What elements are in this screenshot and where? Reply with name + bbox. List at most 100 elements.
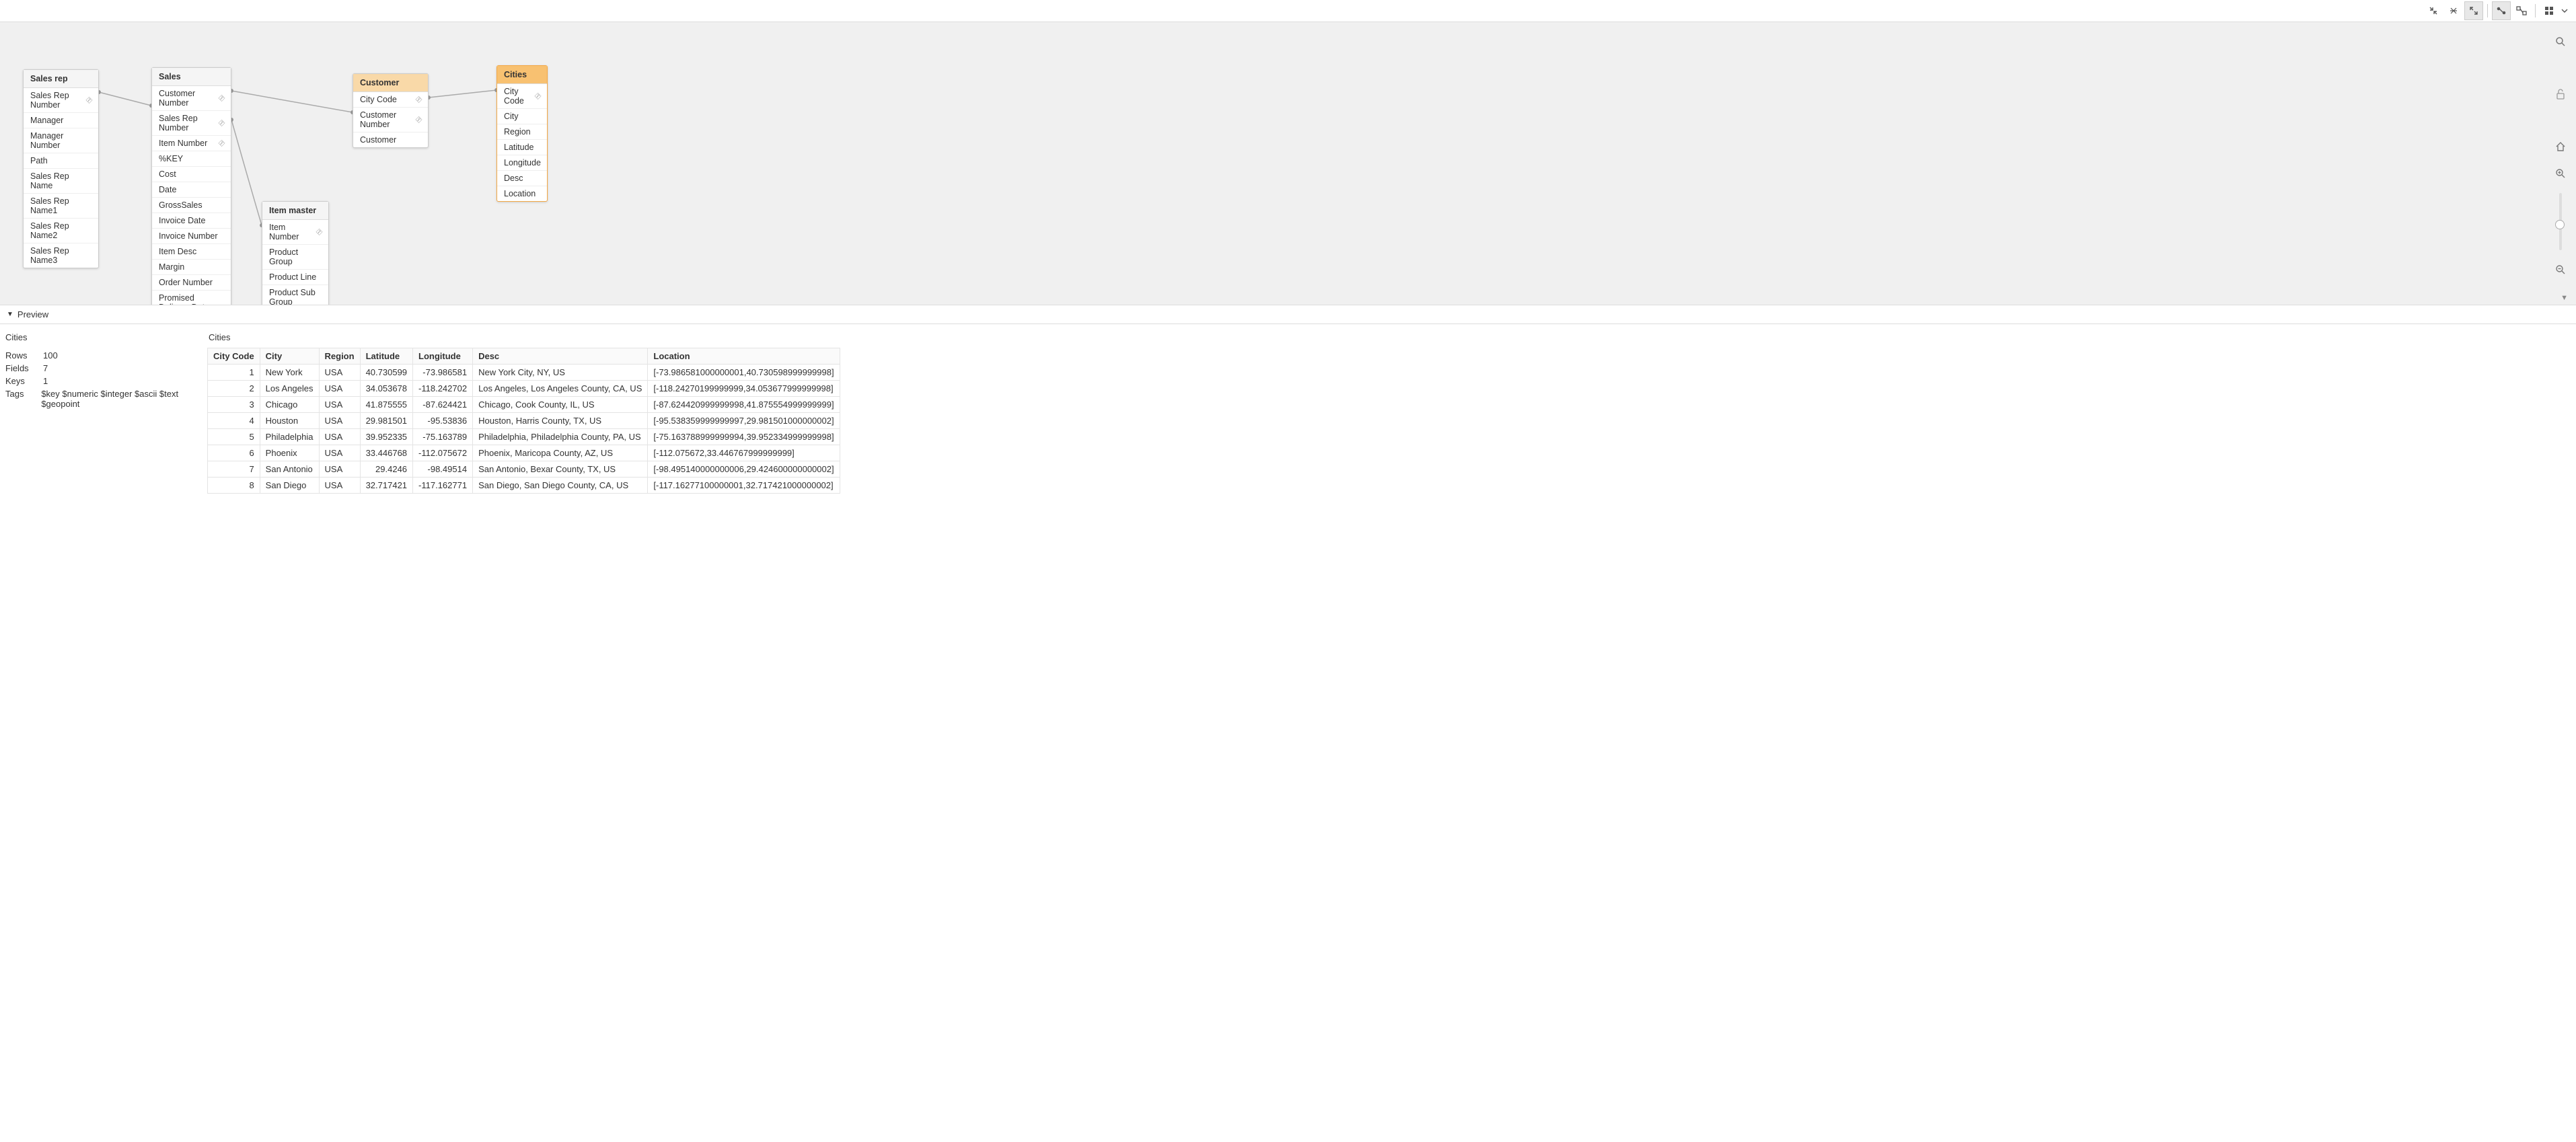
table-row[interactable]: 7San AntonioUSA29.4246-98.49514San Anton… xyxy=(208,461,840,478)
internal-table-view-icon[interactable] xyxy=(2492,1,2511,20)
table-item-master[interactable]: Item master Item Number⚿Product GroupPro… xyxy=(262,201,329,305)
table-header[interactable]: Sales xyxy=(152,68,231,86)
zoom-slider[interactable] xyxy=(2559,193,2562,250)
grid-cell: [-87.624420999999998,41.875554999999999] xyxy=(648,397,840,413)
table-field[interactable]: Cost xyxy=(152,167,231,182)
grid-column-header[interactable]: City xyxy=(260,348,319,365)
table-sales[interactable]: Sales Customer Number⚿Sales Rep Number⚿I… xyxy=(151,67,231,305)
table-field[interactable]: City xyxy=(497,109,547,124)
table-field[interactable]: Manager Number xyxy=(24,128,98,153)
data-model-canvas[interactable]: Sales rep Sales Rep Number⚿ManagerManage… xyxy=(0,22,2576,305)
grid-cell: New York City, NY, US xyxy=(473,365,648,381)
table-sales-rep[interactable]: Sales rep Sales Rep Number⚿ManagerManage… xyxy=(23,69,99,268)
table-field[interactable]: Product Line xyxy=(262,270,328,285)
table-field[interactable]: Manager xyxy=(24,113,98,128)
grid-cell: [-98.495140000000006,29.424600000000002] xyxy=(648,461,840,478)
grid-cell: -117.162771 xyxy=(413,478,473,494)
zoom-out-icon[interactable] xyxy=(2553,262,2568,277)
table-field[interactable]: Sales Rep Number⚿ xyxy=(152,111,231,136)
table-field[interactable]: City Code⚿ xyxy=(353,92,428,108)
disable-links-icon[interactable] xyxy=(2444,1,2463,20)
grid-cell: [-73.986581000000001,40.730598999999998] xyxy=(648,365,840,381)
grid-cell: USA xyxy=(319,381,360,397)
grid-column-header[interactable]: Region xyxy=(319,348,360,365)
table-field[interactable]: Customer Number⚿ xyxy=(152,86,231,111)
data-grid[interactable]: City CodeCityRegionLatitudeLongitudeDesc… xyxy=(207,348,840,494)
search-icon[interactable] xyxy=(2553,34,2568,49)
collapse-all-icon[interactable] xyxy=(2424,1,2443,20)
grid-cell: Houston xyxy=(260,413,319,429)
table-field[interactable]: Latitude xyxy=(497,140,547,155)
meta-fields-value: 7 xyxy=(43,363,48,373)
layout-grid-icon[interactable] xyxy=(2540,1,2559,20)
table-customer[interactable]: Customer City Code⚿Customer Number⚿Custo… xyxy=(353,73,429,148)
grid-cell: [-118.24270199999999,34.053677999999998] xyxy=(648,381,840,397)
table-field[interactable]: Region xyxy=(497,124,547,140)
grid-column-header[interactable]: City Code xyxy=(208,348,260,365)
table-field[interactable]: Sales Rep Name xyxy=(24,169,98,194)
table-field[interactable]: Item Number⚿ xyxy=(152,136,231,151)
table-field[interactable]: Margin xyxy=(152,260,231,275)
expand-all-icon[interactable] xyxy=(2464,1,2483,20)
preview-metadata: Cities Rows100 Fields7 Keys1 Tags$key $n… xyxy=(5,332,207,494)
grid-cell: -75.163789 xyxy=(413,429,473,445)
table-field[interactable]: GrossSales xyxy=(152,198,231,213)
table-row[interactable]: 4HoustonUSA29.981501-95.53836Houston, Ha… xyxy=(208,413,840,429)
table-field[interactable]: Item Number⚿ xyxy=(262,220,328,245)
table-field[interactable]: %KEY xyxy=(152,151,231,167)
preview-data-grid: Cities City CodeCityRegionLatitudeLongit… xyxy=(207,332,840,494)
table-field[interactable]: Invoice Date xyxy=(152,213,231,229)
grid-cell: [-112.075672,33.446767999999999] xyxy=(648,445,840,461)
zoom-in-icon[interactable] xyxy=(2553,166,2568,181)
grid-cell: Phoenix, Maricopa County, AZ, US xyxy=(473,445,648,461)
grid-column-header[interactable]: Location xyxy=(648,348,840,365)
table-field[interactable]: Sales Rep Number⚿ xyxy=(24,88,98,113)
table-cities[interactable]: Cities City Code⚿CityRegionLatitudeLongi… xyxy=(496,65,548,202)
table-field[interactable]: Sales Rep Name1 xyxy=(24,194,98,219)
table-header[interactable]: Customer xyxy=(353,74,428,92)
grid-cell: 40.730599 xyxy=(360,365,412,381)
table-row[interactable]: 1New YorkUSA40.730599-73.986581New York … xyxy=(208,365,840,381)
source-table-view-icon[interactable] xyxy=(2512,1,2531,20)
table-field[interactable]: Product Sub Group xyxy=(262,285,328,305)
layout-dropdown-icon[interactable] xyxy=(2560,1,2569,20)
table-field[interactable]: Location xyxy=(497,186,547,201)
preview-label: Preview xyxy=(17,309,48,319)
table-header[interactable]: Item master xyxy=(262,202,328,220)
table-field[interactable]: Customer Number⚿ xyxy=(353,108,428,132)
grid-cell: 8 xyxy=(208,478,260,494)
unlock-icon[interactable] xyxy=(2553,87,2568,102)
home-icon[interactable] xyxy=(2553,139,2568,154)
grid-cell: Los Angeles, Los Angeles County, CA, US xyxy=(473,381,648,397)
table-row[interactable]: 5PhiladelphiaUSA39.952335-75.163789Phila… xyxy=(208,429,840,445)
table-field[interactable]: Product Group xyxy=(262,245,328,270)
preview-toggle-bar[interactable]: ▼ Preview xyxy=(0,305,2576,324)
grid-cell: 29.981501 xyxy=(360,413,412,429)
table-row[interactable]: 3ChicagoUSA41.875555-87.624421Chicago, C… xyxy=(208,397,840,413)
table-field[interactable]: Sales Rep Name2 xyxy=(24,219,98,243)
table-header[interactable]: Sales rep xyxy=(24,70,98,88)
table-field[interactable]: Item Desc xyxy=(152,244,231,260)
table-field[interactable]: Date xyxy=(152,182,231,198)
table-field[interactable]: Order Number xyxy=(152,275,231,291)
table-field[interactable]: Longitude xyxy=(497,155,547,171)
table-field[interactable]: Customer xyxy=(353,132,428,147)
table-row[interactable]: 2Los AngelesUSA34.053678-118.242702Los A… xyxy=(208,381,840,397)
table-field[interactable]: Promised Delivery Date xyxy=(152,291,231,305)
grid-cell: Philadelphia, Philadelphia County, PA, U… xyxy=(473,429,648,445)
table-header[interactable]: Cities xyxy=(497,66,547,84)
grid-column-header[interactable]: Longitude xyxy=(413,348,473,365)
table-field[interactable]: Path xyxy=(24,153,98,169)
grid-column-header[interactable]: Latitude xyxy=(360,348,412,365)
table-row[interactable]: 6PhoenixUSA33.446768-112.075672Phoenix, … xyxy=(208,445,840,461)
table-row[interactable]: 8San DiegoUSA32.717421-117.162771San Die… xyxy=(208,478,840,494)
grid-cell: 39.952335 xyxy=(360,429,412,445)
zoom-slider-thumb[interactable] xyxy=(2555,220,2565,229)
table-field[interactable]: Desc xyxy=(497,171,547,186)
table-field[interactable]: Invoice Number xyxy=(152,229,231,244)
grid-cell: 1 xyxy=(208,365,260,381)
table-field[interactable]: Sales Rep Name3 xyxy=(24,243,98,268)
grid-column-header[interactable]: Desc xyxy=(473,348,648,365)
chevron-down-icon[interactable]: ▼ xyxy=(2561,294,2568,302)
table-field[interactable]: City Code⚿ xyxy=(497,84,547,109)
